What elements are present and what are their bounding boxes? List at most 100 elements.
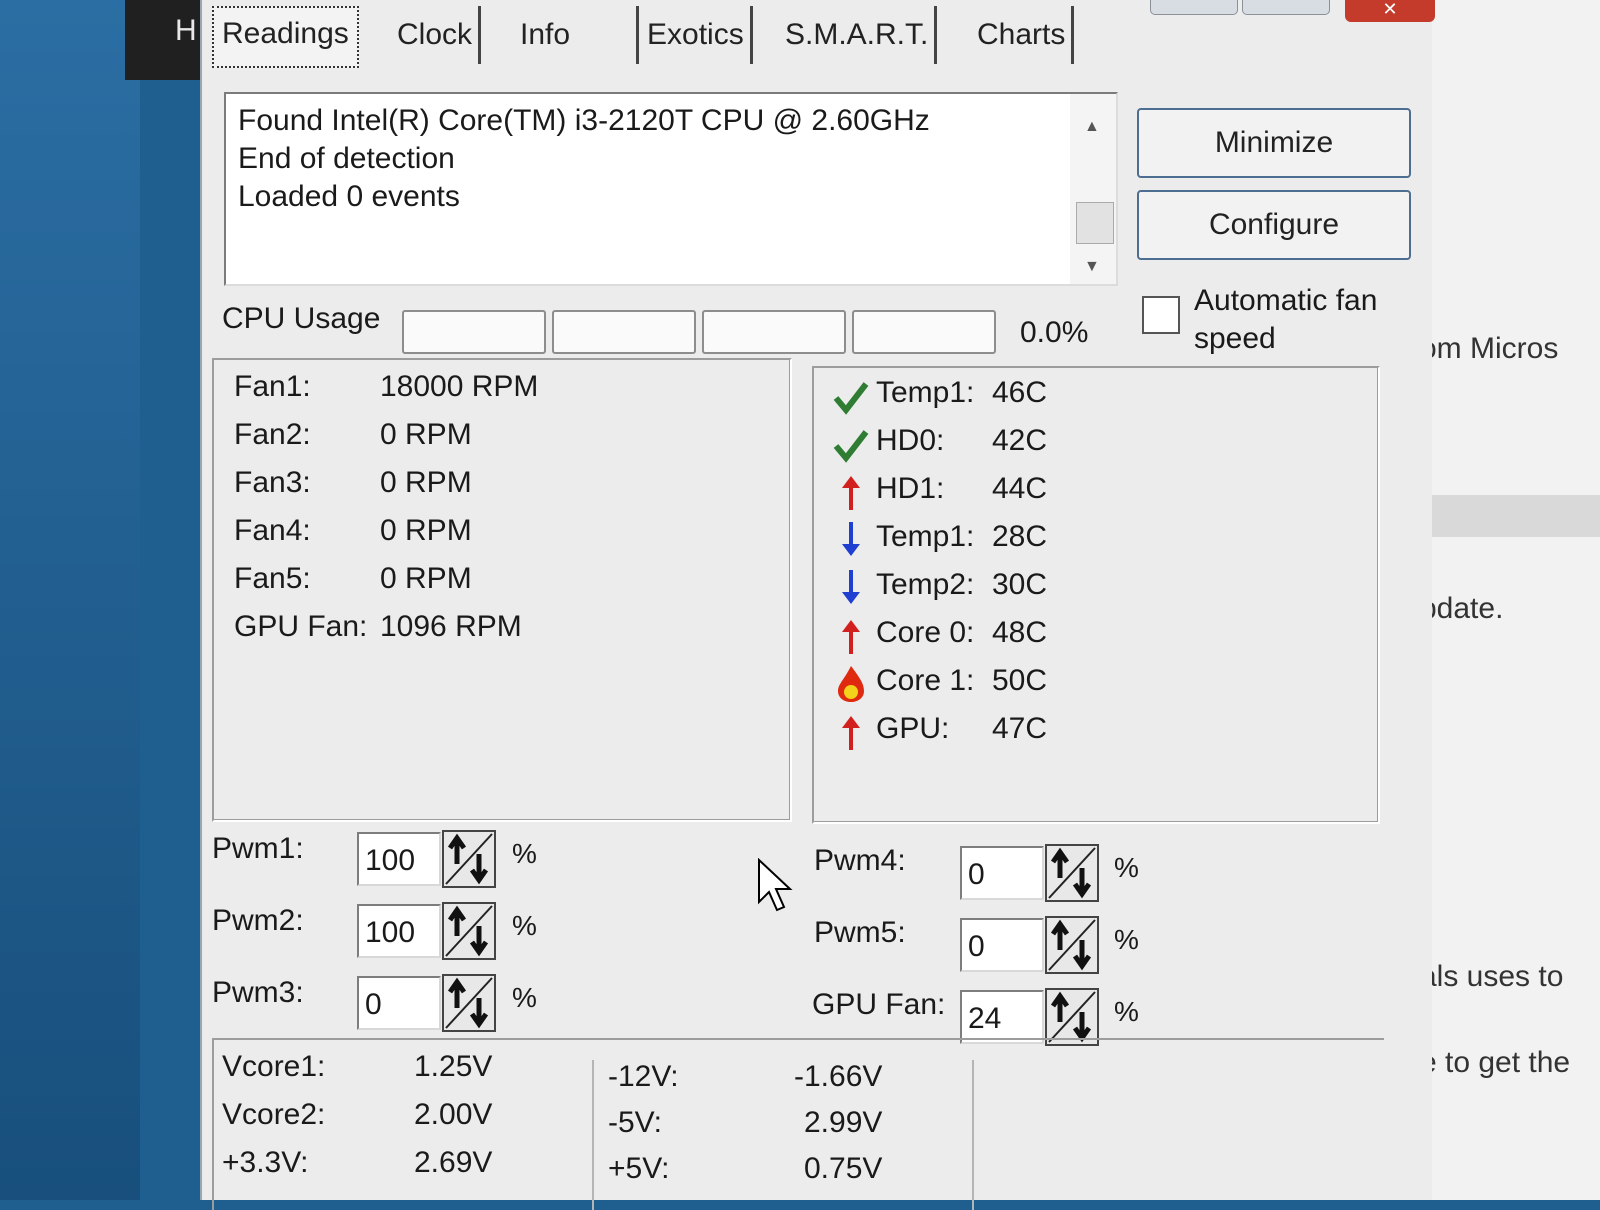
voltage-value: 2.00V [414,1098,493,1131]
fan-value: 1096 RPM [380,610,522,643]
tab-charts[interactable]: Charts [977,6,1075,64]
background-text: e to get the [1420,1046,1571,1079]
fan-row: Fan5: 0 RPM [234,562,472,596]
temperature-value: 44C [992,472,1048,505]
background-window: om Micros pdate. als uses to e to get th… [1420,0,1600,1200]
fan-value: 0 RPM [380,466,472,499]
voltage-value: 2.99V [804,1106,883,1139]
voltages-panel: Vcore1: 1.25V Vcore2: 2.00V +3.3V: 2.69V… [212,1038,1384,1210]
gpu-fan-pwm-input[interactable]: 24 [960,990,1044,1044]
pwm4-input[interactable]: 0 [960,846,1044,900]
pwm2-input[interactable]: 100 [357,904,441,958]
spinner-arrows-icon [1048,847,1096,899]
cpu-usage-bar [552,310,696,354]
voltage-divider [592,1060,594,1210]
pwm1-unit: % [512,838,537,869]
fan-value: 0 RPM [380,418,472,451]
spinner-arrows-icon [1048,991,1096,1043]
pwm2-unit: % [512,910,537,941]
scroll-thumb[interactable] [1076,202,1114,244]
automatic-fan-speed[interactable]: Automatic fan speed [1142,282,1422,362]
temperature-value: 50C [992,664,1048,697]
spinner-arrows-icon [445,905,493,957]
temperature-label: HD1: [876,472,945,505]
desktop-background [0,0,140,1200]
window-maximize-button[interactable] [1242,0,1330,15]
pwm5-unit: % [1114,924,1139,955]
tab-clock[interactable]: Clock [397,6,482,64]
temperatures-panel: Temp1: 46C HD0: 42C HD1: 44C Temp1: 28C Temp2: 30… [812,366,1380,824]
voltage-value: 1.25V [414,1050,493,1083]
minimize-button[interactable]: Minimize [1137,108,1411,178]
tab-readings[interactable]: Readings [212,6,359,68]
temperature-value: 48C [992,616,1048,649]
pwm2-spinner[interactable] [442,902,496,960]
scroll-down-icon[interactable]: ▼ [1084,258,1100,276]
check-icon [832,424,870,464]
temperature-value: 46C [992,376,1048,409]
log-line: Loaded 0 events [238,180,460,213]
fan-value: 18000 RPM [380,370,539,403]
event-log[interactable]: Found Intel(R) Core(TM) i3-2120T CPU @ 2… [224,92,1118,286]
automatic-fan-speed-checkbox[interactable] [1142,296,1180,334]
background-text: pdate. [1420,592,1504,625]
pwm5-spinner[interactable] [1045,916,1099,974]
fan-label: Fan4: [234,514,311,547]
speedfan-window: Readings Clock Info Exotics S.M.A.R.T. C… [200,0,1432,1210]
mouse-cursor-icon [758,858,793,912]
pwm5-label: Pwm5: [814,916,906,949]
temperature-value: 28C [992,520,1048,553]
fan-row: Fan1: 18000 RPM [234,370,538,404]
temperature-label: Core 1: [876,664,975,697]
pwm4-spinner[interactable] [1045,844,1099,902]
configure-button[interactable]: Configure [1137,190,1411,260]
background-text: om Micros [1420,332,1559,365]
voltage-value: 0.75V [804,1152,883,1185]
pwm1-spinner[interactable] [442,830,496,888]
fan-row: Fan3: 0 RPM [234,466,472,500]
spinner-arrows-icon [445,977,493,1029]
log-scrollbar[interactable]: ▲ ▼ [1070,94,1116,284]
spinner-arrows-icon [1048,919,1096,971]
pwm4-label: Pwm4: [814,844,906,877]
background-text: als uses to [1420,960,1564,993]
fan-label: Fan3: [234,466,311,499]
tab-info[interactable]: Info [520,6,639,64]
fan-label: Fan5: [234,562,311,595]
cpu-usage-bar [702,310,846,354]
tab-exotics[interactable]: Exotics [647,6,753,64]
scroll-up-icon[interactable]: ▲ [1084,118,1100,136]
check-icon [832,376,870,416]
fan-row-gpu: GPU Fan: 1096 RPM [234,610,522,644]
voltage-label: +5V: [608,1152,670,1185]
pwm3-label: Pwm3: [212,976,304,1009]
temperature-label: Temp1: [876,376,975,409]
gpu-fan-pwm-label: GPU Fan: [812,988,946,1021]
temperature-label: Temp1: [876,520,975,553]
voltage-value: 2.69V [414,1146,493,1179]
pwm1-label: Pwm1: [212,832,304,865]
temperature-value: 47C [992,712,1048,745]
fan-value: 0 RPM [380,514,472,547]
window-minimize-button[interactable] [1150,0,1238,15]
arrow-down-icon [832,568,870,608]
pwm1-input[interactable]: 100 [357,832,441,886]
log-line: Found Intel(R) Core(TM) i3-2120T CPU @ 2… [238,104,930,137]
window-close-button[interactable]: ✕ [1345,0,1435,22]
pwm3-input[interactable]: 0 [357,976,441,1030]
cpu-usage-value: 0.0% [1020,316,1089,349]
background-window-bar [1420,495,1600,537]
voltage-label: -5V: [608,1106,662,1139]
tab-smart[interactable]: S.M.A.R.T. [785,6,938,64]
pwm5-input[interactable]: 0 [960,918,1044,972]
pwm4-unit: % [1114,852,1139,883]
gpu-fan-pwm-unit: % [1114,996,1139,1027]
pwm3-spinner[interactable] [442,974,496,1032]
fan-row: Fan2: 0 RPM [234,418,472,452]
fan-label: Fan2: [234,418,311,451]
arrow-up-icon [832,472,870,512]
spinner-arrows-icon [445,833,493,885]
log-line: End of detection [238,142,455,175]
voltage-label: +3.3V: [222,1146,309,1179]
temperature-value: 30C [992,568,1048,601]
